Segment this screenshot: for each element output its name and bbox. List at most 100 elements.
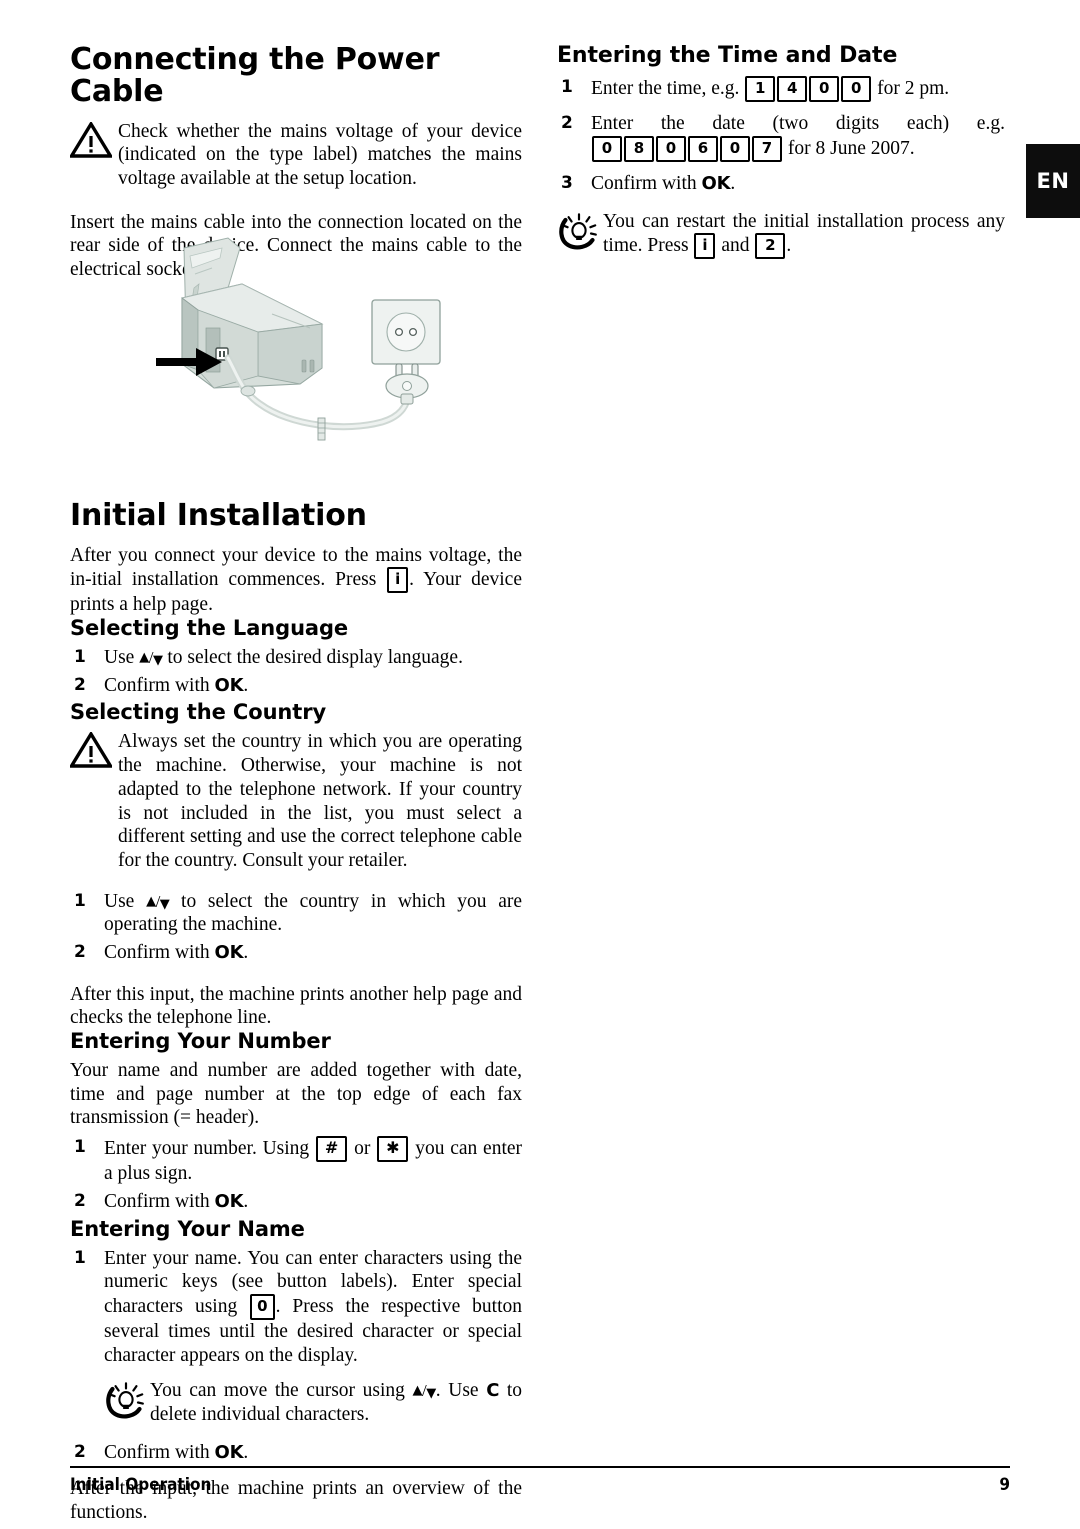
step-number-1-text-a: Enter your number. Using <box>104 1138 310 1160</box>
paragraph-entering-your-number: Your name and number are added together … <box>70 1060 522 1129</box>
step-name-2-number: 2 <box>74 1441 86 1462</box>
step-time-3-number: 3 <box>561 172 573 193</box>
warning-triangle-icon <box>70 732 112 769</box>
step-time-2-text-b: for 8 June 2007. <box>787 137 915 159</box>
button-ok-label: OK <box>214 1441 244 1463</box>
step-number-2-text-b: . <box>243 1190 249 1212</box>
tip-note-cursor-b: . Use <box>435 1380 479 1402</box>
tip-note-cursor: You can move the cursor using ▲/▼. Use C… <box>104 1379 522 1426</box>
tip-note-restart-text: You can restart the initial installation… <box>603 210 1005 260</box>
footer-section-label: Initial Operation <box>70 1475 212 1495</box>
power-cable-illustration <box>156 237 441 441</box>
step-country-1: 1 Use ▲/▼ to select the country in which… <box>70 890 522 937</box>
step-name-2-text-a: Confirm with <box>104 1441 210 1463</box>
step-number-1: 1 Enter your number. Using # or ✱ you ca… <box>70 1136 522 1186</box>
step-name-2-text-b: . <box>243 1441 249 1463</box>
steps-entering-name-confirm: 2 Confirm with OK. <box>70 1441 522 1465</box>
step-time-2-line-2: 080607 for 8 June 2007. <box>591 135 1005 162</box>
paragraph-initial-installation: After you connect your device to the mai… <box>70 544 522 617</box>
paragraph-after-country-input: After this input, the machine prints ano… <box>70 983 522 1029</box>
step-number-2-text-a: Confirm with <box>104 1190 210 1212</box>
up-down-arrows-icon: ▲/▼ <box>146 891 170 912</box>
step-country-1-text-a: Use <box>104 890 135 912</box>
heading-entering-your-name: Entering Your Name <box>70 1216 305 1241</box>
step-time-1-text-a: Enter the time, e.g. <box>591 78 740 100</box>
step-time-1: 1 Enter the time, e.g. 1400 for 2 pm. <box>557 76 1005 103</box>
step-language-1-text-b: to select the desired display language. <box>167 646 463 668</box>
step-country-2: 2 Confirm with OK. <box>70 941 522 965</box>
warning-note-country: Always set the country in which you are … <box>70 730 522 872</box>
tip-note-cursor-a: You can move the cursor using <box>150 1380 405 1402</box>
step-country-2-text-b: . <box>243 941 249 963</box>
key-time-digit-1: 1 <box>745 76 776 103</box>
step-time-2-word-7: e.g. <box>976 113 1005 135</box>
step-time-3: 3 Confirm with OK. <box>557 172 1005 196</box>
step-name-1: 1 Enter your name. You can enter charact… <box>70 1247 522 1368</box>
button-ok-label: OK <box>214 1190 244 1212</box>
warning-triangle-icon <box>70 121 112 158</box>
step-language-1-number: 1 <box>74 646 86 667</box>
key-two: 2 <box>755 233 786 260</box>
heading-initial-installation: Initial Installation <box>70 497 367 533</box>
step-time-1-text-b: for 2 pm. <box>877 78 950 100</box>
step-time-2-line-1: Enter the date (two digits each) e.g. <box>591 112 1005 136</box>
step-language-2: 2 Confirm with OK. <box>70 674 522 698</box>
tip-note-restart-a: You can restart the initial installation… <box>603 210 1005 257</box>
step-number-2: 2 Confirm with OK. <box>70 1190 522 1214</box>
light-bulb-tip-icon <box>106 1382 144 1419</box>
button-ok-label: OK <box>701 172 731 194</box>
key-date-digit-4: 6 <box>688 135 718 162</box>
key-time-digit-3: 0 <box>809 76 840 103</box>
key-date-digit-2: 8 <box>624 135 654 162</box>
up-down-arrows-icon: ▲/▼ <box>139 647 163 668</box>
heading-selecting-the-language: Selecting the Language <box>70 615 349 640</box>
light-bulb-tip-icon <box>559 212 597 250</box>
step-time-2-word-6: each) <box>906 113 950 135</box>
step-country-2-text-a: Confirm with <box>104 941 210 963</box>
step-name-1-number: 1 <box>74 1247 86 1268</box>
key-date-digit-1: 0 <box>592 135 622 162</box>
step-language-2-text-a: Confirm with <box>104 674 210 696</box>
key-date-digit-3: 0 <box>656 135 686 162</box>
step-country-1-number: 1 <box>74 890 86 911</box>
warning-note-power-text: Check whether the mains voltage of your … <box>118 120 522 189</box>
language-tab-en: EN <box>1026 144 1080 218</box>
step-time-3-text-a: Confirm with <box>591 172 697 194</box>
step-time-2-word-5: digits <box>835 113 880 135</box>
heading-entering-your-number: Entering Your Number <box>70 1029 331 1054</box>
key-date-digit-6: 7 <box>752 135 782 162</box>
step-time-3-text-b: . <box>730 172 736 194</box>
tip-note-cursor-text: You can move the cursor using ▲/▼. Use C… <box>150 1379 522 1426</box>
step-name-2: 2 Confirm with OK. <box>70 1441 522 1465</box>
right-column: Entering the Time and Date 1 Enter the t… <box>557 43 1005 260</box>
steps-selecting-country: 1 Use ▲/▼ to select the country in which… <box>70 890 522 965</box>
key-time-digit-2: 4 <box>777 76 808 103</box>
warning-note-country-text: Always set the country in which you are … <box>118 731 522 871</box>
button-ok-label: OK <box>214 941 244 963</box>
key-info: i <box>387 567 409 594</box>
tip-note-restart: You can restart the initial installation… <box>557 210 1005 260</box>
heading-entering-time-and-date: Entering the Time and Date <box>557 43 898 68</box>
document-page: EN Connecting the Power Cable Check whet… <box>0 0 1080 1529</box>
warning-note-power: Check whether the mains voltage of your … <box>70 120 522 191</box>
step-language-1-text-a: Use <box>104 646 135 668</box>
steps-entering-name: 1 Enter your name. You can enter charact… <box>70 1247 522 1368</box>
step-language-1: 1 Use ▲/▼ to select the desired display … <box>70 646 522 670</box>
footer-page-number: 9 <box>999 1475 1010 1495</box>
steps-entering-time-date: 1 Enter the time, e.g. 1400 for 2 pm. 2 … <box>557 76 1005 195</box>
step-number-1-or: or <box>354 1138 371 1160</box>
tip-note-restart-b: . <box>786 235 792 257</box>
step-time-1-number: 1 <box>561 77 573 98</box>
button-c-label: C <box>486 1380 500 1402</box>
steps-entering-number: 1 Enter your number. Using # or ✱ you ca… <box>70 1136 522 1213</box>
key-star: ✱ <box>377 1136 409 1163</box>
up-down-arrows-icon: ▲/▼ <box>412 1381 437 1402</box>
heading-connecting-power-cable: Connecting the Power Cable <box>70 42 440 109</box>
button-ok-label: OK <box>214 674 244 696</box>
key-date-digit-5: 0 <box>720 135 750 162</box>
heading-selecting-the-country: Selecting the Country <box>70 700 327 725</box>
key-hash: # <box>315 1136 348 1163</box>
language-tab-label: EN <box>1036 169 1070 193</box>
step-language-2-text-b: . <box>243 674 249 696</box>
step-time-2-word-4: (two <box>772 113 809 135</box>
